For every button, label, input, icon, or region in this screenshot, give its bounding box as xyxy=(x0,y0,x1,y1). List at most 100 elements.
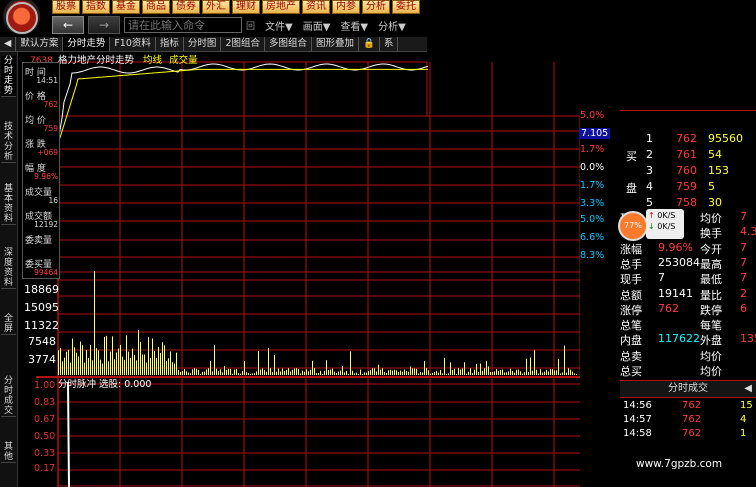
menu-bond[interactable]: 债券 xyxy=(172,0,200,14)
volume-bar xyxy=(132,348,133,375)
menu-fund[interactable]: 基金 xyxy=(112,0,140,14)
info-value: 762 xyxy=(43,100,58,109)
stat-value: 1354 xyxy=(740,332,756,346)
intraday-chart[interactable] xyxy=(18,52,580,487)
volume-bar xyxy=(550,369,551,375)
sidebar-item-technical[interactable]: 技术分析 xyxy=(1,122,16,163)
buy-side-label: 盘 xyxy=(626,182,637,195)
back-button[interactable]: ← xyxy=(52,16,84,34)
indicator-tick: 0.83 xyxy=(34,397,56,408)
volume-bar xyxy=(138,330,139,375)
menu-forex[interactable]: 外汇 xyxy=(202,0,230,14)
info-value: 99464 xyxy=(34,268,58,277)
volume-bar xyxy=(542,372,543,375)
menu-commodity[interactable]: 商品 xyxy=(142,0,170,14)
volume-bar xyxy=(142,354,143,375)
menu-file[interactable]: 文件▼ xyxy=(265,18,293,33)
sidebar-item-basic[interactable]: 基本资料 xyxy=(1,184,16,225)
indicator-tick: 0.67 xyxy=(34,414,56,425)
volume-bar xyxy=(162,342,163,375)
tick-price: 762 xyxy=(682,428,702,439)
tab-f10[interactable]: F10资料 xyxy=(110,37,156,51)
menu-trade[interactable]: 委托 xyxy=(392,0,420,14)
volume-bar xyxy=(560,373,561,375)
tab-scroll-left-icon[interactable]: ◀ xyxy=(0,37,17,51)
upload-arrow-icon: ↑ xyxy=(648,211,655,220)
volume-bar xyxy=(436,370,437,375)
tab-overlay[interactable]: 图形叠加 xyxy=(312,37,360,51)
tab-indicator[interactable]: 指标 xyxy=(156,37,184,51)
forward-button[interactable]: → xyxy=(88,16,120,34)
tab-system[interactable]: 系 xyxy=(380,37,399,51)
pct-label: 6.6% xyxy=(580,232,605,243)
menu-realestate[interactable]: 房地产 xyxy=(262,0,300,14)
menu-finance[interactable]: 理财 xyxy=(232,0,260,14)
volume-bar xyxy=(70,362,71,375)
speed-gauge-icon: 77% xyxy=(618,211,648,241)
volume-bar xyxy=(552,369,553,375)
order-book-level: 4 xyxy=(646,180,653,193)
command-input[interactable] xyxy=(124,17,242,33)
tab-default-scheme[interactable]: 默认方案 xyxy=(16,37,64,51)
menu-analyze[interactable]: 分析▼ xyxy=(378,18,406,33)
volume-bar xyxy=(166,360,167,375)
sidebar-item-intraday[interactable]: 分时走势 xyxy=(1,56,16,97)
volume-bar xyxy=(336,372,337,375)
volume-bar xyxy=(86,350,87,375)
stat-label: 总买 xyxy=(620,365,642,378)
tick-time: 14:56 xyxy=(623,400,652,411)
menu-analysis[interactable]: 分析 xyxy=(362,0,390,14)
tab-intraday[interactable]: 分时走势 xyxy=(63,37,111,51)
lock-icon[interactable]: 🔒 xyxy=(359,37,380,51)
ticks-expand-icon[interactable]: ◀ xyxy=(744,381,752,397)
volume-bar xyxy=(456,373,457,375)
volume-bar xyxy=(510,368,511,375)
tab-2-chart[interactable]: 2图组合 xyxy=(221,37,265,51)
tab-intraday-chart[interactable]: 分时图 xyxy=(184,37,222,51)
volume-bar xyxy=(146,362,147,375)
menu-view[interactable]: 查看▼ xyxy=(340,18,368,33)
volume-bar xyxy=(570,369,571,375)
tick-time: 14:58 xyxy=(623,428,652,439)
menu-screen[interactable]: 画面▼ xyxy=(303,18,331,33)
indicator-tick: 0.17 xyxy=(34,463,56,474)
menu-index[interactable]: 指数 xyxy=(82,0,110,14)
volume-bar xyxy=(544,371,545,375)
volume-bar xyxy=(396,370,397,375)
volume-bar xyxy=(118,348,119,375)
network-speed-widget[interactable]: 77% ↑ 0K/S ↓ 0K/S xyxy=(618,209,684,241)
volume-bar xyxy=(516,369,517,375)
volume-bar xyxy=(200,373,201,375)
pct-label: 5.0% xyxy=(580,110,605,121)
stat-value: 7 xyxy=(740,271,747,285)
app-logo[interactable] xyxy=(0,0,48,36)
indicator-tick: 1.00 xyxy=(34,380,56,391)
order-book-volume: 5 xyxy=(708,180,715,193)
command-submit-icon[interactable]: 回 xyxy=(246,19,255,32)
menu-insider[interactable]: 内参 xyxy=(332,0,360,14)
stat-value: 4.3 xyxy=(740,225,756,239)
ticks-header[interactable]: 分时成交 ◀ xyxy=(620,380,756,398)
volume-bar xyxy=(524,372,525,375)
volume-bar xyxy=(78,356,79,375)
order-book-volume: 95560 xyxy=(708,132,743,145)
stat-label: 现手 xyxy=(620,273,642,287)
volume-bar xyxy=(64,357,65,375)
info-value: 16 xyxy=(48,196,58,205)
volume-bar xyxy=(230,369,231,375)
menu-stock[interactable]: 股票 xyxy=(52,0,80,14)
legend-avg: 均线 xyxy=(143,55,163,66)
volume-bar xyxy=(390,369,391,375)
stat-label: 今开 xyxy=(700,242,722,256)
volume-bar xyxy=(530,357,531,375)
volume-bar xyxy=(564,345,565,375)
volume-bar xyxy=(92,360,93,375)
order-book-price: 761 xyxy=(676,148,697,161)
stat-label: 涨幅 xyxy=(620,242,642,256)
upload-speed: 0K/S xyxy=(657,211,676,220)
menu-news[interactable]: 资讯 xyxy=(302,0,330,14)
tab-multi-chart[interactable]: 多图组合 xyxy=(265,37,312,51)
speed-readout: ↑ 0K/S ↓ 0K/S xyxy=(646,209,684,239)
volume-bar xyxy=(76,352,77,375)
legend-volume: 成交量 xyxy=(169,55,198,66)
